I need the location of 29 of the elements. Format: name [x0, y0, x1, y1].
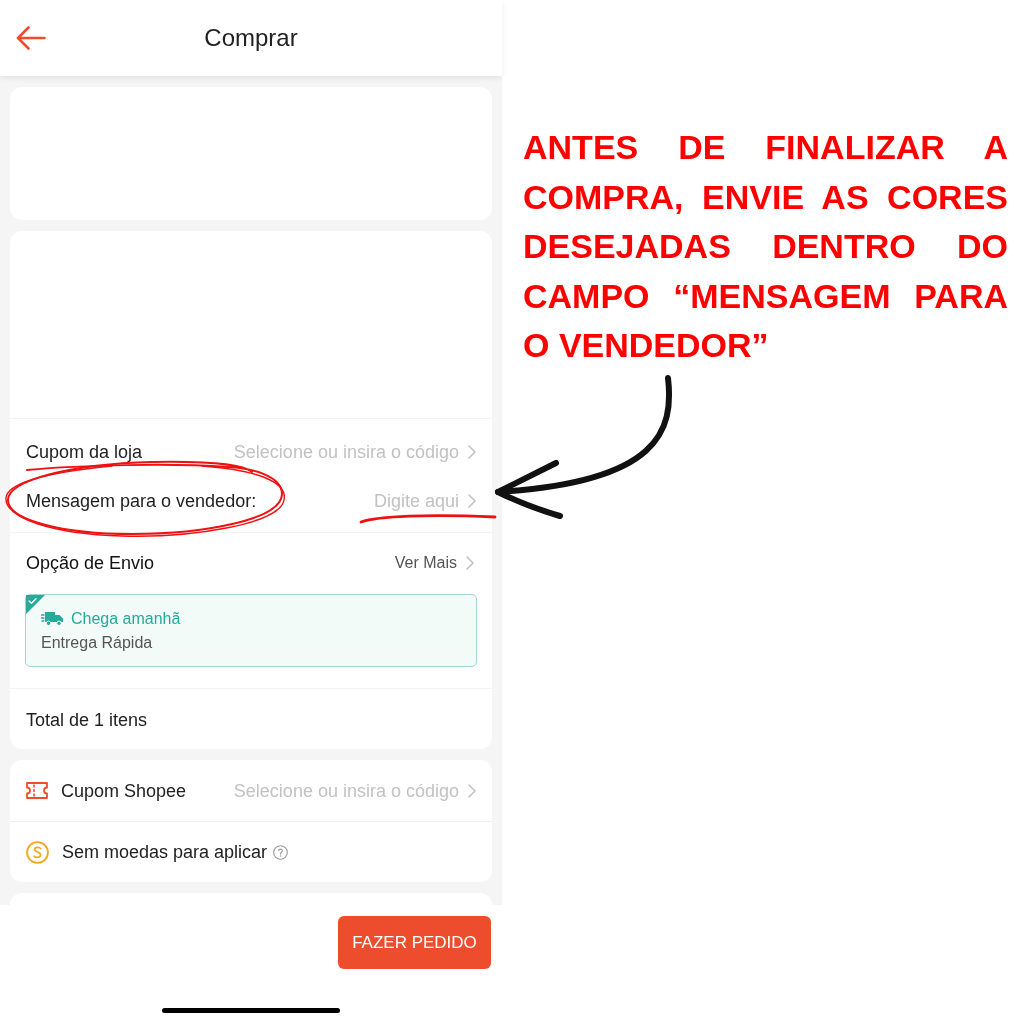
chevron-icon — [468, 494, 476, 508]
coin-icon — [26, 840, 49, 864]
row-label: Cupom Shopee — [61, 780, 187, 801]
page-title: Comprar — [204, 24, 298, 52]
message-field[interactable]: Digite aqui — [367, 491, 459, 511]
chevron-icon — [468, 445, 476, 459]
check-corner-icon — [26, 595, 45, 614]
row-label: Sem moedas para aplicar — [62, 842, 268, 862]
place-order-button[interactable]: FAZER PEDIDO — [338, 916, 491, 969]
coupon-hint: Selecione ou insira o código — [233, 780, 459, 801]
see-more-link[interactable]: Ver Mais — [394, 553, 457, 573]
coins-row[interactable]: Sem moedas para aplicar — [10, 821, 492, 882]
section-title: Opção de Envio — [26, 553, 155, 573]
truck-icon — [41, 611, 64, 626]
delivery-time: Chega amanhã — [71, 608, 181, 629]
instruction-text: ANTES DE FINALIZAR A COMPRA, ENVIE AS CORES DESEJADAS DENTRO DO CAMPO “MENSAGEM PARA O VENDEDOR” — [523, 127, 1008, 366]
items-total: Total de 1 itens — [26, 710, 148, 730]
chevron-icon — [466, 556, 474, 570]
chevron-icon — [468, 783, 476, 798]
shop-coupon-row[interactable]: Cupom da loja Selecione ou insira o código — [10, 418, 492, 472]
help-icon[interactable] — [273, 844, 289, 860]
row-label: Cupom da loja — [26, 442, 143, 462]
platform-coupon-row[interactable]: Cupom Shopee Selecione ou insira o código — [10, 760, 492, 821]
ticket-icon — [26, 782, 48, 799]
row-label: Mensagem para o vendedor: — [26, 491, 257, 511]
back-arrow-icon[interactable] — [16, 26, 46, 50]
coupon-hint: Selecione ou insira o código — [233, 442, 459, 462]
delivery-type: Entrega Rápida — [41, 632, 153, 653]
shipping-option[interactable]: Chega amanhã Entrega Rápida — [25, 594, 477, 667]
